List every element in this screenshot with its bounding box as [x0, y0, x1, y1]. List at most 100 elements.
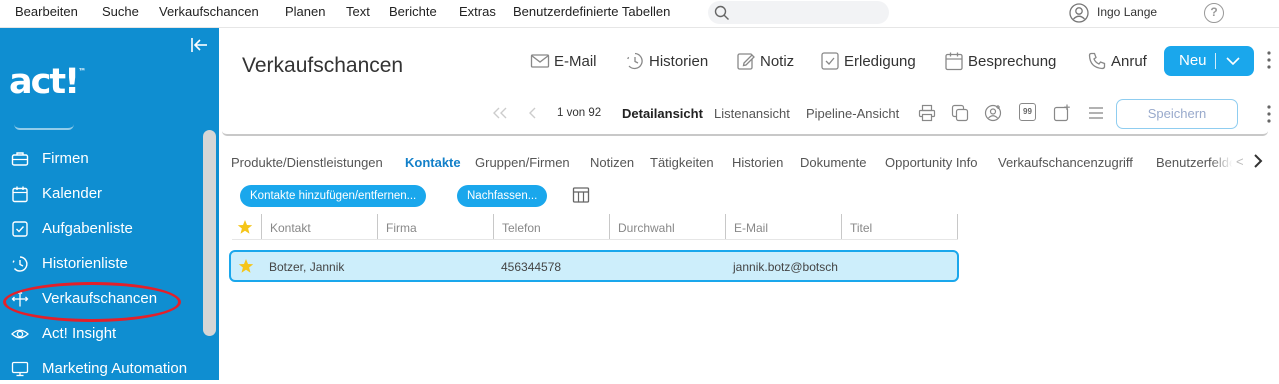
tab-list-view[interactable]: Listenansicht — [714, 106, 790, 121]
menu-bearbeiten[interactable]: Bearbeiten — [15, 4, 78, 19]
add-contact-icon[interactable] — [984, 104, 1002, 122]
cell-email[interactable]: jannik.botz@botsch — [733, 260, 838, 274]
tab-produkte-dienstleistungen[interactable]: Produkte/Dienstleistungen — [231, 155, 383, 170]
add-record-icon[interactable] — [1053, 104, 1071, 122]
note-edit-icon — [737, 53, 755, 70]
menu-bar: Bearbeiten Suche Verkaufschancen Planen … — [0, 0, 1279, 28]
save-button[interactable]: Speichern — [1116, 99, 1238, 129]
new-button-divider — [1215, 53, 1216, 69]
phone-icon — [1088, 52, 1106, 70]
column-separator[interactable] — [261, 214, 262, 239]
sidebar-item-label: Kalender — [42, 185, 103, 202]
eye-icon — [11, 329, 29, 339]
collapse-sidebar-icon[interactable] — [190, 37, 208, 53]
cell-contact[interactable]: Botzer, Jannik — [269, 260, 344, 274]
column-separator[interactable] — [841, 214, 842, 239]
user-name[interactable]: Ingo Lange — [1097, 5, 1157, 19]
column-header-durchwahl[interactable]: Durchwahl — [618, 221, 675, 235]
calendar-icon — [12, 186, 28, 203]
tab-gruppen-firmen[interactable]: Gruppen/Firmen — [475, 155, 570, 170]
tab-notizen[interactable]: Notizen — [590, 155, 634, 170]
more-options-icon[interactable] — [1266, 104, 1272, 124]
sidebar-scrollbar[interactable] — [203, 130, 216, 336]
column-header-titel[interactable]: Titel — [850, 221, 872, 235]
sidebar-item-firmen[interactable]: Firmen — [0, 144, 200, 174]
tab-verkaufschancenzugriff[interactable]: Verkaufschancenzugriff — [998, 155, 1133, 170]
column-header-firma[interactable]: Firma — [386, 221, 417, 235]
sidebar-item-historienliste[interactable]: Historienliste — [0, 249, 200, 279]
new-label: Neu — [1179, 52, 1207, 69]
act-logo: act!™ — [9, 62, 86, 102]
menu-verkaufschancen[interactable]: Verkaufschancen — [159, 4, 259, 19]
user-avatar-icon[interactable] — [1069, 3, 1089, 23]
column-header-kontakt[interactable]: Kontakt — [270, 221, 311, 235]
sidebar-item-act-insight[interactable]: Act! Insight — [0, 319, 200, 349]
sidebar: act!™ Firmen Kalender Aufgabenliste Hist… — [0, 28, 219, 380]
calendar-icon — [945, 52, 963, 71]
sidebar-item-label: Act! Insight — [42, 325, 117, 342]
menu-suche[interactable]: Suche — [102, 4, 139, 19]
help-icon[interactable]: ? — [1204, 3, 1224, 23]
checkbox-icon — [12, 221, 28, 237]
tab-detail-view[interactable]: Detailansicht — [622, 106, 703, 121]
star-icon[interactable] — [237, 219, 253, 235]
header-divider — [222, 131, 1268, 136]
more-options-icon[interactable] — [1266, 50, 1272, 70]
new-button[interactable]: Neu — [1164, 46, 1254, 76]
column-header-email[interactable]: E-Mail — [734, 221, 768, 235]
search-icon — [714, 5, 729, 20]
column-separator[interactable] — [609, 214, 610, 239]
follow-up-button[interactable]: Nachfassen... — [457, 185, 548, 207]
table-row[interactable]: Botzer, Jannik 456344578 jannik.botz@bot… — [229, 250, 959, 282]
global-search-input[interactable] — [708, 1, 889, 24]
duplicate-icon[interactable] — [951, 104, 969, 122]
previous-record-icon[interactable] — [528, 107, 538, 119]
sidebar-item-label: Marketing Automation — [42, 360, 188, 377]
grid-header-border — [232, 239, 958, 240]
menu-benutzerdefinierte-tabellen[interactable]: Benutzerdefinierte Tabellen — [513, 4, 670, 19]
tab-taetigkeiten[interactable]: Tätigkeiten — [650, 155, 714, 170]
column-separator[interactable] — [377, 214, 378, 239]
menu-extras[interactable]: Extras — [459, 4, 496, 19]
menu-berichte[interactable]: Berichte — [389, 4, 437, 19]
sidebar-item-label: Aufgabenliste — [42, 220, 133, 237]
meeting-label: Besprechung — [968, 53, 1057, 70]
menu-text[interactable]: Text — [346, 4, 370, 19]
column-separator[interactable] — [957, 214, 958, 239]
column-chooser-icon[interactable] — [572, 186, 590, 204]
tab-scroll-right-icon[interactable] — [1252, 152, 1264, 170]
tab-historien[interactable]: Historien — [732, 155, 783, 170]
quote-99-icon[interactable]: 99 — [1019, 103, 1036, 121]
history-icon — [12, 256, 28, 272]
briefcase-icon — [11, 152, 29, 166]
menu-planen[interactable]: Planen — [285, 4, 325, 19]
cell-phone[interactable]: 456344578 — [501, 260, 561, 274]
chevron-down-icon[interactable] — [1225, 55, 1241, 67]
tab-dokumente[interactable]: Dokumente — [800, 155, 866, 170]
logo-text: act! — [9, 62, 80, 102]
sidebar-item-partial[interactable] — [14, 124, 74, 130]
email-label: E-Mail — [554, 53, 597, 70]
record-position: 1 von 92 — [557, 107, 602, 119]
tab-pipeline-view[interactable]: Pipeline-Ansicht — [806, 106, 899, 121]
print-icon[interactable] — [918, 104, 936, 122]
column-header-telefon[interactable]: Telefon — [502, 221, 541, 235]
sidebar-item-kalender[interactable]: Kalender — [0, 179, 200, 209]
history-icon — [627, 52, 643, 70]
highlight-annotation-oval — [3, 282, 181, 322]
sidebar-item-aufgabenliste[interactable]: Aufgabenliste — [0, 214, 200, 244]
tab-kontakte[interactable]: Kontakte — [405, 155, 461, 170]
page-title: Verkaufschancen — [242, 54, 404, 77]
first-record-icon[interactable] — [492, 107, 508, 119]
call-label: Anruf — [1111, 53, 1147, 70]
star-icon[interactable] — [238, 258, 254, 274]
menu-lines-icon[interactable] — [1088, 106, 1104, 120]
sidebar-item-label: Historienliste — [42, 255, 128, 272]
tab-scroll-left-icon[interactable]: < — [1236, 154, 1244, 169]
tab-opportunity-info[interactable]: Opportunity Info — [885, 155, 978, 170]
note-label: Notiz — [760, 53, 795, 70]
add-remove-contacts-button[interactable]: Kontakte hinzufügen/entfernen... — [240, 185, 427, 207]
column-separator[interactable] — [493, 214, 494, 239]
column-separator[interactable] — [725, 214, 726, 239]
logo-trademark: ™ — [78, 67, 87, 77]
